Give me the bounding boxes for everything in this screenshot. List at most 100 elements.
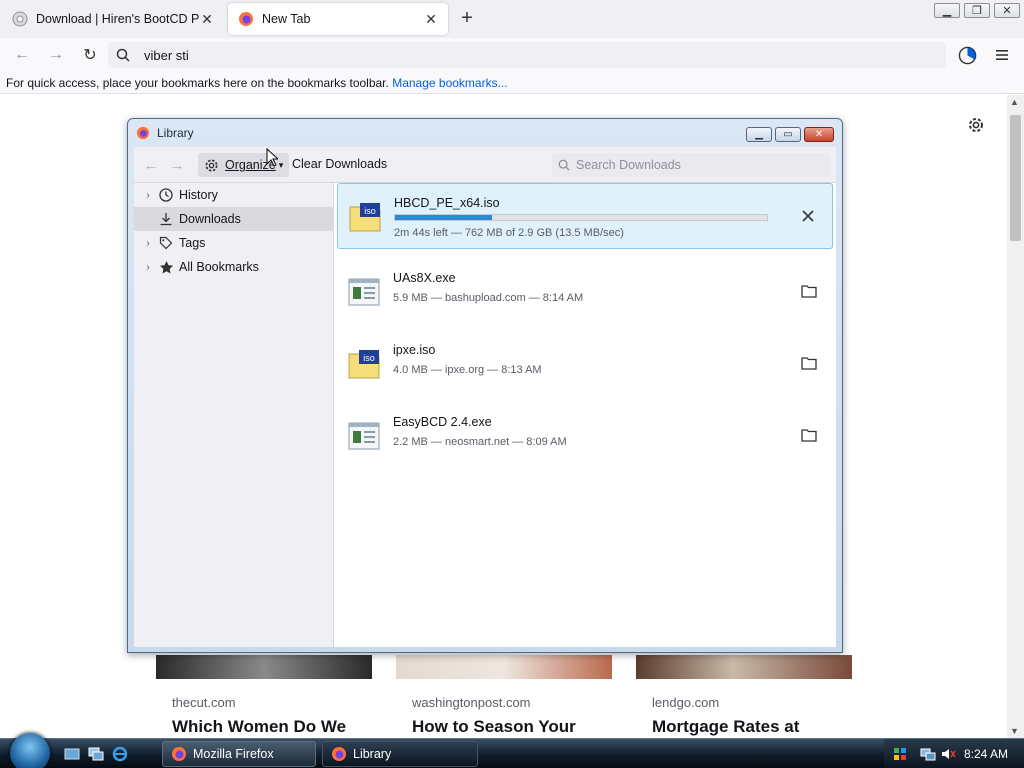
page-scrollbar[interactable]: ▲ ▼ (1007, 95, 1024, 738)
story-card[interactable]: thecut.com Which Women Do We (156, 655, 372, 745)
forward-arrow-icon[interactable]: → (168, 156, 186, 174)
taskbar-firefox-button[interactable]: Mozilla Firefox (162, 741, 316, 767)
download-icon (158, 211, 174, 227)
chevron-right-icon[interactable]: › (142, 190, 154, 201)
sidebar-item-downloads[interactable]: Downloads (134, 207, 334, 231)
show-in-folder-button[interactable] (799, 353, 819, 373)
globe-icon (12, 11, 28, 27)
bookmarks-hint-text: For quick access, place your bookmarks h… (6, 76, 389, 90)
story-source: thecut.com (172, 695, 236, 710)
iso-file-icon: iso (349, 203, 381, 232)
close-tab-icon[interactable]: ✕ (200, 11, 214, 27)
restore-button[interactable]: ❐ (964, 3, 990, 18)
scroll-thumb[interactable] (1010, 115, 1021, 241)
svg-text:iso: iso (363, 353, 375, 363)
search-downloads-box[interactable] (552, 153, 830, 177)
close-window-button[interactable]: ✕ (994, 3, 1020, 18)
download-filename: UAs8X.exe (393, 271, 456, 285)
minimize-button[interactable]: ▁ (934, 3, 960, 18)
download-status: 2m 44s left — 762 MB of 2.9 GB (13.5 MB/… (394, 227, 624, 239)
clear-downloads-button[interactable]: Clear Downloads (292, 157, 387, 171)
mouse-cursor-icon (266, 148, 278, 167)
download-progress-fill (395, 215, 492, 220)
sidebar-item-label: All Bookmarks (179, 260, 259, 274)
gear-icon (205, 159, 218, 171)
tab-hirens-bootcd[interactable]: Download | Hiren's BootCD PE ✕ (2, 3, 224, 35)
firefox-icon (172, 747, 186, 761)
monitor-network-icon[interactable] (920, 746, 936, 762)
exe-file-icon (348, 278, 380, 306)
show-desktop-icon[interactable] (64, 746, 80, 762)
search-downloads-input[interactable] (576, 158, 816, 172)
download-item[interactable]: UAs8X.exe 5.9 MB — bashupload.com — 8:14… (337, 259, 833, 325)
folder-icon (801, 285, 817, 298)
download-filename: ipxe.iso (393, 343, 436, 357)
chevron-right-icon[interactable]: › (142, 238, 154, 249)
app-menu-icon[interactable] (994, 47, 1010, 63)
downloads-progress-icon[interactable] (958, 46, 977, 65)
network-icon[interactable] (892, 746, 908, 762)
manage-bookmarks-link[interactable]: Manage bookmarks... (392, 76, 507, 90)
library-minimize-button[interactable]: ▁ (746, 127, 772, 142)
scroll-up-arrow-icon[interactable]: ▲ (1010, 97, 1019, 107)
library-close-button[interactable]: ✕ (804, 127, 834, 142)
sidebar-item-label: Downloads (179, 212, 241, 226)
library-body: ← → Organize ▾ Clear Downloads › History (134, 147, 836, 647)
internet-explorer-icon[interactable] (112, 746, 128, 762)
download-progress-bar (394, 214, 768, 221)
story-thumbnail (156, 655, 372, 679)
chevron-down-icon: ▾ (278, 159, 284, 170)
switch-windows-icon[interactable] (88, 746, 104, 762)
back-arrow-icon[interactable]: ← (142, 156, 160, 174)
download-item[interactable]: iso HBCD_PE_x64.iso 2m 44s left — 762 MB… (337, 183, 833, 249)
back-arrow-icon[interactable]: ← (11, 44, 33, 66)
sidebar-item-label: Tags (179, 236, 206, 250)
story-source: lendgo.com (652, 695, 720, 710)
story-source: washingtonpost.com (412, 695, 531, 710)
tab-title: Download | Hiren's BootCD PE (36, 12, 200, 26)
tab-new-tab[interactable]: New Tab ✕ (228, 3, 448, 35)
download-item[interactable]: EasyBCD 2.4.exe 2.2 MB — neosmart.net — … (337, 403, 833, 469)
download-item[interactable]: iso ipxe.iso 4.0 MB — ipxe.org — 8:13 AM (337, 331, 833, 397)
download-filename: EasyBCD 2.4.exe (393, 415, 492, 429)
url-bar[interactable] (108, 42, 946, 68)
firefox-icon (332, 747, 346, 761)
story-card[interactable]: washingtonpost.com How to Season Your (396, 655, 612, 745)
sidebar-item-tags[interactable]: › Tags (134, 231, 334, 255)
forward-arrow-icon[interactable]: → (45, 44, 67, 66)
sidebar-item-all-bookmarks[interactable]: › All Bookmarks (134, 255, 334, 279)
show-in-folder-button[interactable] (799, 281, 819, 301)
download-filename: HBCD_PE_x64.iso (394, 196, 500, 210)
volume-muted-icon[interactable] (940, 746, 956, 762)
exe-file-icon (348, 422, 380, 450)
bookmarks-toolbar: For quick access, place your bookmarks h… (0, 72, 1024, 94)
firefox-icon (136, 126, 150, 140)
clock[interactable]: 8:24 AM (964, 747, 1008, 761)
chevron-right-icon[interactable]: › (142, 262, 154, 273)
system-tray: 8:24 AM (884, 739, 1024, 768)
gear-icon[interactable] (966, 115, 986, 135)
show-in-folder-button[interactable] (799, 425, 819, 445)
sidebar-item-history[interactable]: › History (134, 183, 334, 207)
search-icon (116, 48, 130, 62)
start-button[interactable] (10, 733, 50, 768)
reload-icon[interactable]: ↻ (79, 44, 101, 66)
firefox-icon (239, 12, 253, 26)
taskbar-library-button[interactable]: Library (322, 741, 478, 767)
library-titlebar[interactable]: Library (128, 119, 842, 147)
navigation-toolbar: ← → ↻ (0, 38, 1024, 72)
story-headline: Mortgage Rates at (652, 717, 800, 736)
url-input[interactable] (144, 47, 844, 63)
scroll-down-arrow-icon[interactable]: ▼ (1010, 726, 1019, 736)
close-tab-icon[interactable]: ✕ (424, 11, 438, 27)
library-sidebar: › History Downloads › Tags › All Bookmar… (134, 183, 334, 647)
library-window: Library ▁ ▭ ✕ ← → Organize ▾ Clear Downl… (127, 118, 843, 653)
cancel-download-button[interactable] (798, 206, 818, 226)
story-headline: Which Women Do We (172, 717, 347, 736)
library-maximize-button[interactable]: ▭ (775, 127, 801, 142)
folder-icon (801, 357, 817, 370)
taskbar: Mozilla Firefox Library 8:24 AM (0, 733, 1024, 768)
story-card[interactable]: lendgo.com Mortgage Rates at (636, 655, 852, 745)
iso-file-icon: iso (348, 350, 380, 379)
new-tab-button[interactable]: + (456, 8, 478, 30)
